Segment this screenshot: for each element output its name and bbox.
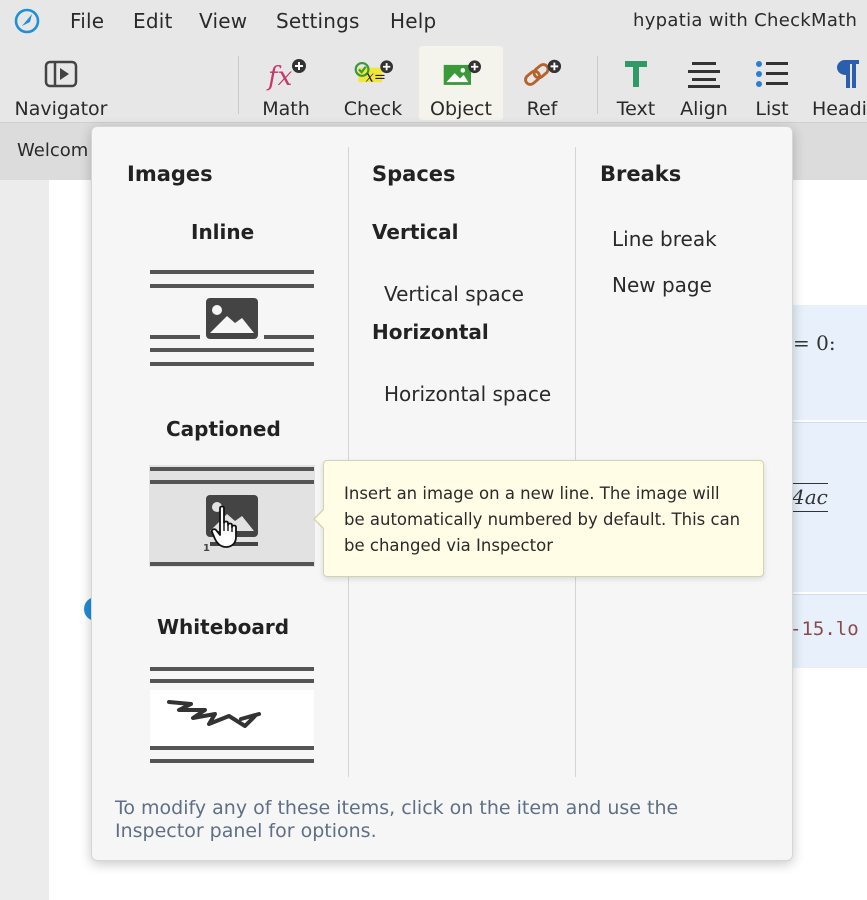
window-title: hypatia with CheckMath bbox=[633, 10, 858, 31]
link-ref-icon bbox=[522, 54, 562, 94]
check-math-icon: x= bbox=[353, 54, 393, 94]
tooltip-text: Insert an image on a new line. The image… bbox=[344, 484, 741, 555]
svg-text:fx: fx bbox=[266, 62, 293, 91]
text-label: Text bbox=[616, 98, 656, 120]
images-heading: Images bbox=[127, 162, 213, 186]
whiteboard-option[interactable] bbox=[149, 664, 315, 766]
horizontal-heading: Horizontal bbox=[372, 320, 489, 344]
breaks-heading: Breaks bbox=[600, 162, 682, 186]
new-page-option[interactable]: New page bbox=[612, 273, 712, 297]
menu-bar: File Edit View Settings Help hypatia wit… bbox=[0, 0, 867, 42]
menu-help[interactable]: Help bbox=[390, 9, 436, 33]
menu-settings[interactable]: Settings bbox=[276, 9, 360, 33]
math-block[interactable]: 4ac bbox=[790, 422, 867, 592]
check-button[interactable]: x= Check bbox=[338, 46, 408, 120]
app-logo-icon[interactable] bbox=[14, 8, 40, 34]
math-fragment: 4ac bbox=[792, 483, 828, 512]
toolbar-divider bbox=[597, 56, 598, 114]
code-fragment: -15.lo bbox=[790, 618, 859, 640]
pilcrow-icon bbox=[828, 54, 867, 94]
list-label: List bbox=[755, 98, 789, 120]
left-gutter bbox=[0, 180, 49, 900]
align-label: Align bbox=[680, 98, 728, 120]
text-button[interactable]: Text bbox=[612, 46, 660, 120]
math-fx-icon: fx bbox=[266, 54, 306, 94]
image-object-icon bbox=[441, 54, 481, 94]
inline-heading: Inline bbox=[191, 220, 255, 244]
captioned-image-tooltip: Insert an image on a new line. The image… bbox=[313, 460, 764, 577]
spaces-heading: Spaces bbox=[372, 162, 456, 186]
object-button[interactable]: Object bbox=[419, 46, 503, 120]
vertical-space-option[interactable]: Vertical space bbox=[384, 282, 524, 306]
whiteboard-heading: Whiteboard bbox=[157, 615, 290, 639]
math-block[interactable]: = 0: bbox=[790, 305, 867, 420]
object-label: Object bbox=[430, 98, 492, 120]
navigator-icon bbox=[41, 54, 81, 94]
toolbar: Navigator fx Math x= Check Object Ref Te… bbox=[0, 42, 867, 122]
line-break-option[interactable]: Line break bbox=[612, 227, 717, 251]
inline-image-icon bbox=[150, 270, 314, 366]
heading-label: Headi bbox=[812, 98, 867, 120]
menu-view[interactable]: View bbox=[199, 9, 247, 33]
check-label: Check bbox=[343, 98, 403, 120]
code-block[interactable]: -15.lo bbox=[790, 594, 867, 668]
navigator-button[interactable]: Navigator bbox=[8, 46, 114, 120]
text-t-icon bbox=[616, 54, 656, 94]
vertical-heading: Vertical bbox=[372, 220, 459, 244]
svg-text:1: 1 bbox=[203, 543, 210, 554]
horizontal-space-option[interactable]: Horizontal space bbox=[384, 382, 551, 406]
list-button[interactable]: List bbox=[748, 46, 796, 120]
ref-button[interactable]: Ref bbox=[514, 46, 570, 120]
captioned-image-option[interactable]: 1 bbox=[149, 465, 315, 567]
math-button[interactable]: fx Math bbox=[254, 46, 318, 120]
whiteboard-icon bbox=[150, 667, 314, 763]
heading-button[interactable]: Headi bbox=[808, 46, 867, 120]
hand-pointer-cursor-icon bbox=[211, 505, 237, 548]
popup-footer-note: To modify any of these items, click on t… bbox=[115, 797, 679, 842]
toolbar-divider bbox=[238, 56, 239, 114]
inline-image-option[interactable] bbox=[149, 267, 315, 369]
align-center-icon bbox=[684, 54, 724, 94]
tab-welcome[interactable]: Welcom bbox=[17, 140, 88, 161]
menu-file[interactable]: File bbox=[70, 9, 104, 33]
math-fragment: = 0: bbox=[793, 331, 836, 355]
ref-label: Ref bbox=[526, 98, 558, 120]
navigator-label: Navigator bbox=[14, 98, 108, 120]
align-button[interactable]: Align bbox=[676, 46, 732, 120]
list-bullets-icon bbox=[752, 54, 792, 94]
math-label: Math bbox=[262, 98, 310, 120]
menu-edit[interactable]: Edit bbox=[133, 9, 173, 33]
captioned-heading: Captioned bbox=[166, 417, 281, 441]
